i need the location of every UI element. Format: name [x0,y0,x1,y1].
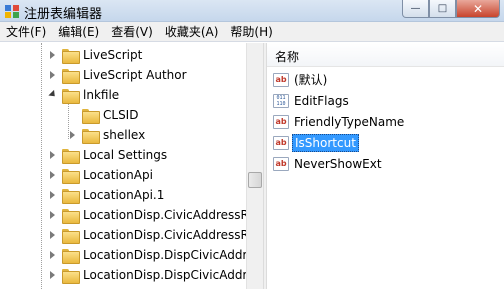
tree-item[interactable]: LocationDisp.DispCivicAddre [48,245,246,265]
column-header-name[interactable]: 名称 [267,43,504,67]
folder-icon [62,268,80,284]
folder-open-icon [62,88,80,104]
value-row[interactable]: ab NeverShowExt [273,154,384,173]
registry-values-list[interactable]: 名称 ab (默认) 011110010 EditFlags ab Friend… [267,43,504,289]
tree-item-selected[interactable]: lnkfile [48,85,120,105]
folder-icon [62,48,80,64]
tree-item[interactable]: LocationDisp.CivicAddressRe [48,205,246,225]
menu-favorites[interactable]: 收藏夹(A) [159,22,225,42]
menu-help[interactable]: 帮助(H) [224,22,278,42]
tree-item-label: LocationApi [83,168,153,182]
tree-item[interactable]: LocationDisp.DispCivicAddre [48,265,246,285]
folder-icon [62,168,80,184]
value-name: NeverShowExt [294,156,382,171]
minimize-button[interactable]: — [402,0,429,18]
regedit-app-icon [5,5,19,18]
expand-arrow-icon[interactable] [48,50,58,60]
expand-arrow-icon[interactable] [48,190,58,200]
window-controls: — □ ✕ [402,0,500,18]
close-button[interactable]: ✕ [456,0,500,18]
column-header-label: 名称 [275,50,300,64]
tree-vertical-scrollbar[interactable] [246,43,263,289]
expand-arrow-icon[interactable] [48,210,58,220]
tree-item[interactable]: LiveScript Author [48,65,187,85]
tree-item-label: shellex [103,128,146,142]
folder-icon [62,148,80,164]
registry-key-tree[interactable]: LiveScript LiveScript Author lnkfile CLS… [0,43,246,289]
folder-icon [62,228,80,244]
tree-item-label: LiveScript Author [83,68,187,82]
tree-item[interactable]: LocationApi [48,165,153,185]
value-row[interactable]: 011110010 EditFlags [273,91,351,110]
tree-item-label: LocationDisp.CivicAddressRe [83,228,246,242]
value-name: IsShortcut [292,133,359,152]
tree-item-label: LocationDisp.CivicAddressRe [83,208,246,222]
value-name: EditFlags [294,93,349,108]
tree-item[interactable]: shellex [68,125,145,145]
folder-icon [82,128,100,144]
expand-arrow-icon[interactable] [68,130,78,140]
window-title: 注册表编辑器 [24,7,103,22]
menu-file[interactable]: 文件(F) [0,22,52,42]
tree-guide-line [41,43,42,289]
folder-icon [62,68,80,84]
collapse-arrow-icon[interactable] [48,90,58,100]
tree-item-label: LocationDisp.DispCivicAddre [83,268,246,282]
value-row[interactable]: ab FriendlyTypeName [273,112,406,131]
tree-item[interactable]: LocationDisp.CivicAddressRe [48,225,246,245]
folder-icon [62,188,80,204]
menu-view[interactable]: 查看(V) [105,22,159,42]
value-name: (默认) [294,73,328,87]
value-name: FriendlyTypeName [294,114,405,129]
folder-icon [62,208,80,224]
title-bar[interactable]: 注册表编辑器 — □ ✕ [0,0,504,22]
tree-item-label: LocationApi.1 [83,188,165,202]
tree-item[interactable]: LiveScript [48,45,142,65]
folder-icon [82,108,100,124]
scrollbar-thumb[interactable] [248,172,262,188]
expand-arrow-icon[interactable] [48,70,58,80]
folder-icon [62,248,80,264]
value-row[interactable]: ab (默认) [273,70,329,89]
tree-item-label: Local Settings [83,148,168,162]
string-value-icon: ab [273,72,289,87]
string-value-icon: ab [273,135,289,150]
expand-arrow-icon[interactable] [48,170,58,180]
expand-arrow-icon[interactable] [48,270,58,280]
menu-bar: 文件(F) 编辑(E) 查看(V) 收藏夹(A) 帮助(H) [0,22,504,42]
expand-arrow-icon[interactable] [48,150,58,160]
value-row-selected[interactable]: ab IsShortcut [273,133,359,152]
tree-item[interactable]: LocationApi.1 [48,185,164,205]
tree-item-label: LiveScript [83,48,143,62]
tree-item[interactable]: CLSID [82,105,138,125]
tree-item[interactable]: Local Settings [48,145,167,165]
tree-item-label: CLSID [103,108,139,122]
maximize-button[interactable]: □ [429,0,456,18]
expand-arrow-icon[interactable] [48,250,58,260]
string-value-icon: ab [273,114,289,129]
string-value-icon: ab [273,156,289,171]
menu-edit[interactable]: 编辑(E) [52,22,105,42]
tree-item-label: lnkfile [83,88,120,102]
tree-item-label: LocationDisp.DispCivicAddre [83,248,246,262]
binary-value-icon: 011110010 [273,93,289,108]
expand-arrow-icon[interactable] [48,230,58,240]
